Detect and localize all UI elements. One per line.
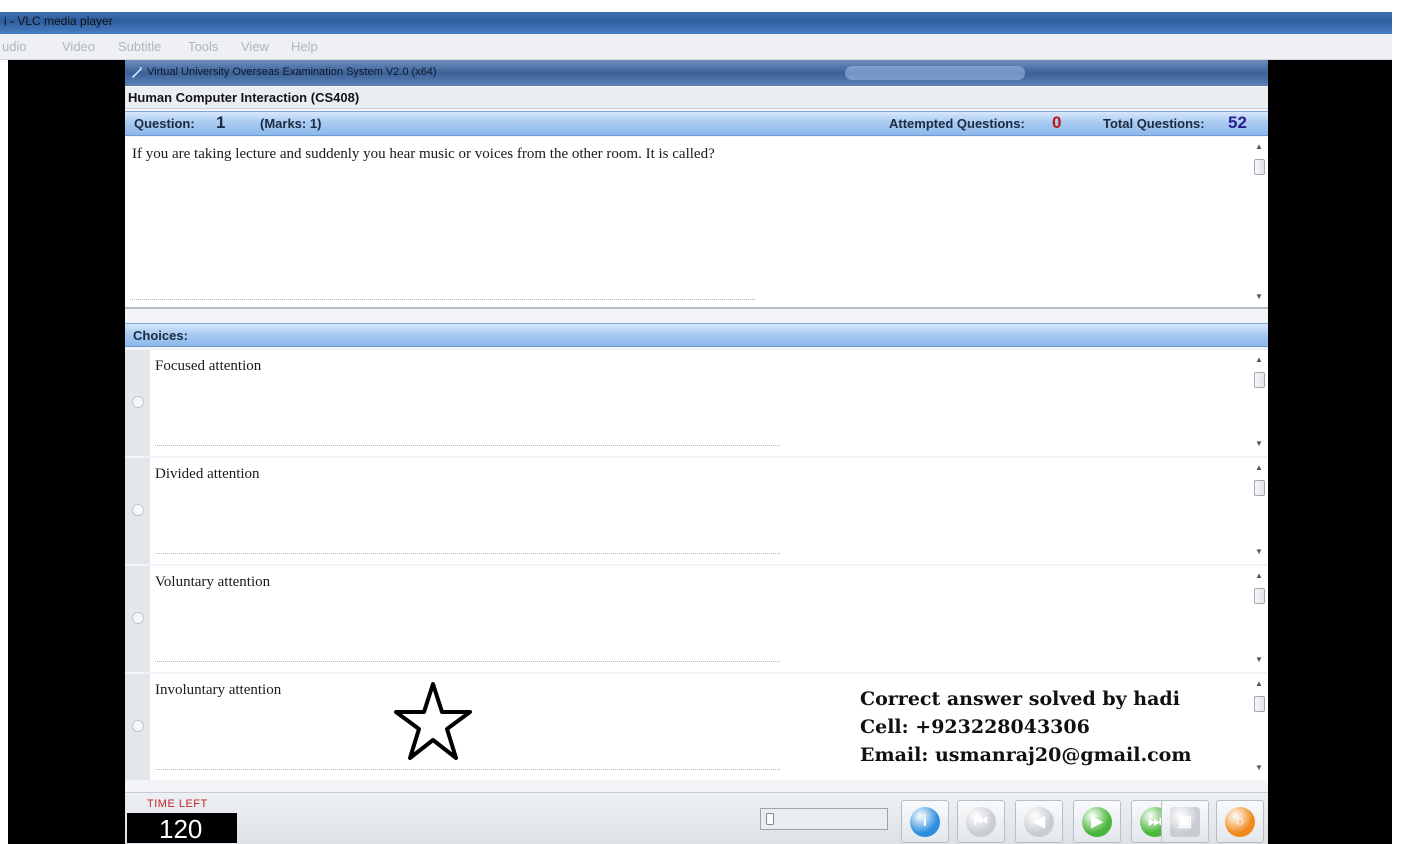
vlc-titlebar: i - VLC media player bbox=[0, 12, 1392, 34]
app-title: Virtual University Overseas Examination … bbox=[147, 66, 437, 78]
scroll-down-icon[interactable]: ▼ bbox=[1252, 291, 1266, 303]
save-icon: ▣ bbox=[1170, 807, 1200, 837]
menu-view[interactable]: View bbox=[241, 39, 269, 54]
radio-column bbox=[125, 350, 150, 456]
choice-text: Voluntary attention bbox=[155, 574, 271, 590]
radio-column bbox=[125, 458, 150, 564]
finish-icon: ○ bbox=[1225, 807, 1255, 837]
titlebar-glow bbox=[845, 66, 1025, 80]
previous-question-button[interactable]: ◀ bbox=[1015, 800, 1063, 843]
radio-column bbox=[125, 674, 150, 780]
total-count: 52 bbox=[1228, 113, 1247, 132]
scroll-up-icon[interactable]: ▲ bbox=[1252, 354, 1266, 366]
marks-label: (Marks: 1) bbox=[260, 116, 322, 131]
app-titlebar: Virtual University Overseas Examination … bbox=[125, 60, 1268, 86]
scroll-up-icon[interactable]: ▲ bbox=[1252, 141, 1266, 153]
question-scrollbar[interactable]: ▲ ▼ bbox=[1252, 139, 1266, 305]
overlay-credit-line: Correct answer solved by hadi bbox=[860, 688, 1180, 710]
scroll-thumb[interactable] bbox=[1254, 159, 1265, 175]
exam-app-window: Virtual University Overseas Examination … bbox=[125, 60, 1268, 844]
attempted-count: 0 bbox=[1052, 113, 1062, 132]
overlay-email-line: Email: usmanraj20@gmail.com bbox=[860, 744, 1192, 766]
scroll-down-icon[interactable]: ▼ bbox=[1252, 654, 1266, 666]
attempted-label: Attempted Questions: bbox=[889, 116, 1025, 131]
question-info-bar: Question: 1 (Marks: 1) Attempted Questio… bbox=[125, 111, 1268, 136]
total-label: Total Questions: bbox=[1103, 116, 1205, 131]
menu-help[interactable]: Help bbox=[291, 39, 318, 54]
scroll-down-icon[interactable]: ▼ bbox=[1252, 546, 1266, 558]
scroll-down-icon[interactable]: ▼ bbox=[1252, 438, 1266, 450]
choice-body[interactable]: Focused attention ▲ ▼ bbox=[150, 350, 1268, 456]
choice-radio[interactable] bbox=[132, 504, 144, 516]
choice-option[interactable]: Voluntary attention ▲ ▼ bbox=[125, 566, 1268, 672]
screen: i - VLC media player udio Video Subtitle… bbox=[0, 0, 1401, 844]
scroll-down-icon[interactable]: ▼ bbox=[1252, 762, 1266, 774]
previous-question-icon: ◀ bbox=[1024, 807, 1054, 837]
overlay-phone-line: Cell: +923228043306 bbox=[860, 716, 1090, 738]
choice-option[interactable]: Focused attention ▲ ▼ bbox=[125, 350, 1268, 456]
choice-underline bbox=[155, 553, 780, 554]
scroll-up-icon[interactable]: ▲ bbox=[1252, 462, 1266, 474]
choice-radio[interactable] bbox=[132, 396, 144, 408]
timer-display: 120 bbox=[127, 813, 237, 844]
choice-scrollbar[interactable]: ▲ ▼ bbox=[1252, 460, 1266, 560]
scroll-thumb[interactable] bbox=[1254, 588, 1265, 604]
radio-column bbox=[125, 566, 150, 672]
choice-scrollbar[interactable]: ▲ ▼ bbox=[1252, 568, 1266, 668]
question-text: If you are taking lecture and suddenly y… bbox=[132, 146, 715, 162]
course-bar: Human Computer Interaction (CS408) bbox=[125, 87, 1268, 109]
app-logo-icon bbox=[132, 67, 142, 78]
choice-scrollbar[interactable]: ▲ ▼ bbox=[1252, 676, 1266, 776]
star-icon bbox=[394, 682, 472, 760]
finish-button[interactable]: ○ bbox=[1216, 800, 1264, 843]
choice-radio[interactable] bbox=[132, 720, 144, 732]
save-button[interactable]: ▣ bbox=[1161, 800, 1209, 843]
info-icon: i bbox=[910, 807, 940, 837]
choice-scrollbar[interactable]: ▲ ▼ bbox=[1252, 352, 1266, 452]
question-number: 1 bbox=[216, 113, 226, 132]
first-question-button[interactable]: ⏮ bbox=[957, 800, 1005, 843]
question-label: Question: bbox=[134, 116, 195, 131]
choice-underline bbox=[155, 661, 780, 662]
choice-option[interactable]: Divided attention ▲ ▼ bbox=[125, 458, 1268, 564]
slider-knob[interactable] bbox=[766, 813, 774, 825]
menu-audio[interactable]: udio bbox=[2, 39, 27, 54]
scroll-up-icon[interactable]: ▲ bbox=[1252, 678, 1266, 690]
question-underline bbox=[130, 299, 755, 300]
question-slider[interactable] bbox=[760, 808, 888, 830]
scroll-thumb[interactable] bbox=[1254, 696, 1265, 712]
scroll-thumb[interactable] bbox=[1254, 480, 1265, 496]
course-title: Human Computer Interaction (CS408) bbox=[128, 90, 360, 105]
choice-body[interactable]: Divided attention ▲ ▼ bbox=[150, 458, 1268, 564]
choices-header: Choices: bbox=[125, 323, 1268, 347]
choice-underline bbox=[155, 769, 780, 770]
vlc-menubar: udio Video Subtitle Tools View Help bbox=[0, 34, 1392, 60]
next-question-icon: ▶ bbox=[1082, 807, 1112, 837]
time-left-label: TIME LEFT bbox=[147, 798, 208, 810]
next-question-button[interactable]: ▶ bbox=[1073, 800, 1121, 843]
choice-body[interactable]: Voluntary attention ▲ ▼ bbox=[150, 566, 1268, 672]
footer-toolbar: TIME LEFT 120 i ⏮ ◀ ▶ ⏭ ▣ ○ bbox=[125, 792, 1268, 844]
menu-tools[interactable]: Tools bbox=[188, 39, 218, 54]
info-button[interactable]: i bbox=[901, 800, 949, 843]
choice-underline bbox=[155, 445, 780, 446]
scroll-up-icon[interactable]: ▲ bbox=[1252, 570, 1266, 582]
time-left-value: 120 bbox=[159, 814, 203, 844]
choice-text: Involuntary attention bbox=[155, 682, 282, 698]
vlc-window-title: i - VLC media player bbox=[4, 14, 113, 28]
scroll-thumb[interactable] bbox=[1254, 372, 1265, 388]
question-panel: If you are taking lecture and suddenly y… bbox=[125, 137, 1268, 309]
menu-subtitle[interactable]: Subtitle bbox=[118, 39, 161, 54]
choice-text: Focused attention bbox=[155, 358, 262, 374]
first-question-icon: ⏮ bbox=[966, 807, 996, 837]
choice-radio[interactable] bbox=[132, 612, 144, 624]
menu-video[interactable]: Video bbox=[62, 39, 95, 54]
choice-text: Divided attention bbox=[155, 466, 260, 482]
choices-label: Choices: bbox=[133, 328, 188, 343]
